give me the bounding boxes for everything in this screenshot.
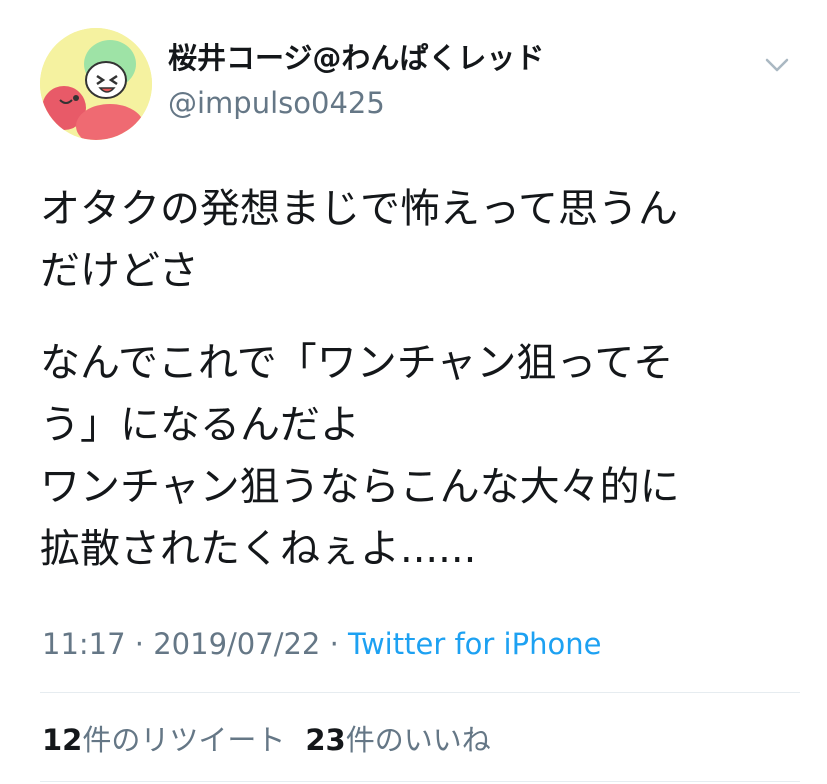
likes-label: 件のいいね [345,723,491,757]
tweet-source-link[interactable]: Twitter for iPhone [348,627,601,661]
tweet-text-line: オタクの発想まじで怖えって思うん [40,186,678,232]
likes-count: 23 [305,723,346,757]
tweet-text-line: 拡散されたくねぇよ...... [40,526,477,572]
username[interactable]: @impulso0425 [168,85,385,121]
retweets-label: 件のリツイート [82,723,286,757]
divider [40,781,800,782]
avatar[interactable] [40,28,152,140]
meta-separator: · [134,627,145,661]
tweet-text-line: ワンチャン狙うならこんな大々的に [40,464,680,510]
tweet-meta: 11:17 · 2019/07/22 · Twitter for iPhone [42,626,601,662]
tweet-text-line: だけどさ [40,248,199,294]
divider [40,692,800,693]
tweet-card: 桜井コージ@わんぱくレッド @impulso0425 オタクの発想まじで怖えって… [0,0,827,784]
tweet-stats: 12件のリツイート 23件のいいね [42,722,491,758]
tweet-text-line: う」になるんだよ [40,402,360,448]
display-name[interactable]: 桜井コージ@わんぱくレッド [168,40,544,76]
likes-stat[interactable]: 23件のいいね [305,723,490,757]
tweet-time: 11:17 [42,627,126,661]
meta-separator: · [329,627,339,661]
tweet-date: 2019/07/22 [153,627,321,661]
avatar-illustration [40,28,152,140]
tweet-text-line: なんでこれで「ワンチャン狙ってそ [40,340,674,386]
retweets-count: 12 [42,723,83,757]
tweet-text-paragraph-1: オタクの発想まじで怖えって思うん だけどさ [40,178,800,302]
retweets-stat[interactable]: 12件のリツイート [42,723,285,757]
tweet-text-paragraph-2: なんでこれで「ワンチャン狙ってそ う」になるんだよ ワンチャン狙うならこんな大々… [40,332,800,580]
chevron-down-icon[interactable] [761,52,793,76]
